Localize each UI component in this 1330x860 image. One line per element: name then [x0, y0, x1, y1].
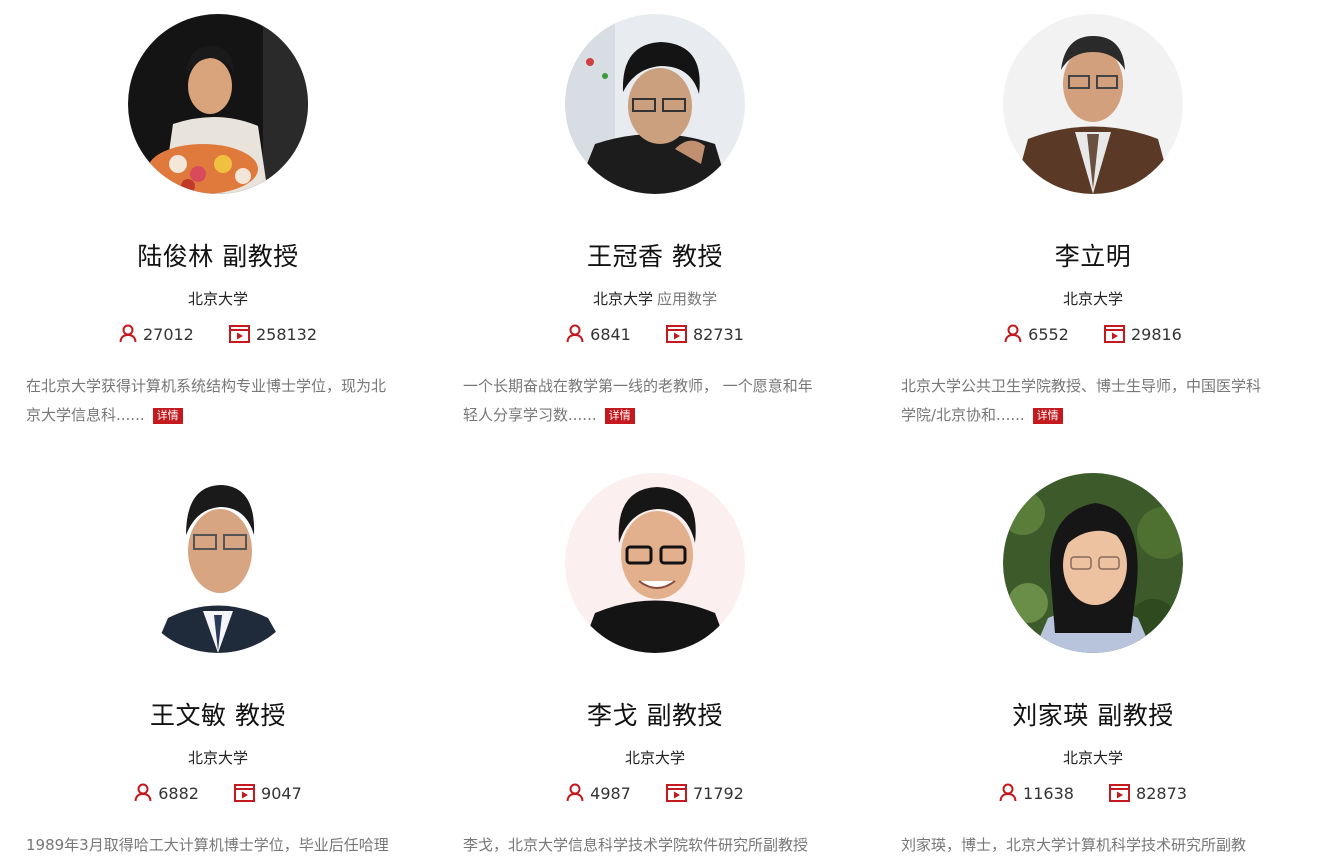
video-play-icon: [234, 783, 256, 802]
detail-button[interactable]: 详情: [152, 408, 183, 424]
teacher-institution: 北京大学: [26, 288, 410, 309]
teacher-photo[interactable]: [128, 473, 308, 653]
views-count: 9047: [261, 783, 302, 803]
teacher-stats: 6882 9047: [26, 782, 410, 803]
person-icon: [566, 783, 584, 801]
students-stat: 6841: [566, 324, 631, 344]
views-stat: 258132: [228, 324, 318, 344]
video-play-icon: [228, 324, 250, 343]
description-line: 京大学信息科...... 详情: [26, 401, 416, 430]
description-text: 京大学信息科......: [26, 406, 145, 424]
department-label: 应用数学: [657, 290, 718, 308]
teacher-photo[interactable]: [1003, 14, 1183, 194]
views-count: 82731: [692, 324, 744, 344]
teacher-description: 北京大学公共卫生学院教授、博士生导师，中国医学科 学院/北京协和...... 详情: [901, 372, 1291, 430]
teacher-photo[interactable]: [128, 14, 308, 194]
teacher-stats: 6841 82731: [463, 323, 847, 344]
person-icon: [119, 324, 137, 342]
institution-label: 北京大学: [592, 290, 653, 308]
students-count: 4987: [590, 783, 631, 803]
description-line: 1989年3月取得哈工大计算机博士学位，毕业后任哈理: [26, 836, 389, 854]
video-play-icon: [1103, 324, 1125, 343]
institution-label: 北京大学: [624, 749, 685, 767]
video-play-icon: [665, 324, 687, 343]
description-text: 学院/北京协和......: [901, 406, 1025, 424]
views-stat: 82873: [1109, 783, 1187, 803]
teacher-name[interactable]: 李立明: [901, 237, 1285, 273]
teacher-photo[interactable]: [565, 473, 745, 653]
students-stat: 6552: [1004, 324, 1069, 344]
video-play-icon: [665, 783, 687, 802]
views-stat: 29816: [1103, 324, 1182, 344]
description-line: 一个长期奋战在教学第一线的老教师， 一个愿意和年: [463, 377, 813, 395]
teacher-name[interactable]: 李戈 副教授: [463, 696, 847, 732]
description-line: 学院/北京协和...... 详情: [901, 401, 1291, 430]
students-count: 6882: [158, 783, 199, 803]
teacher-institution: 北京大学 应用数学: [463, 288, 847, 309]
detail-button[interactable]: 详情: [1032, 408, 1063, 424]
institution-label: 北京大学: [1062, 749, 1123, 767]
description-line: 刘家瑛，博士，北京大学计算机科学技术研究所副教: [901, 836, 1247, 854]
teacher-grid: 陆俊林 副教授 北京大学 27012 258132 在北京大学获得计算机系统结构…: [0, 0, 1330, 854]
teacher-name[interactable]: 王冠香 教授: [463, 237, 847, 273]
views-stat: 71792: [665, 783, 744, 803]
detail-button[interactable]: 详情: [604, 408, 635, 424]
person-icon: [134, 783, 152, 801]
views-count: 82873: [1136, 783, 1187, 803]
students-count: 27012: [142, 324, 194, 344]
views-count: 258132: [255, 324, 318, 344]
teacher-description: 1989年3月取得哈工大计算机博士学位，毕业后任哈理: [26, 831, 416, 860]
teacher-photo[interactable]: [1003, 473, 1183, 653]
teacher-stats: 11638 82873: [901, 782, 1285, 803]
institution-label: 北京大学: [187, 749, 248, 767]
description-line: 李戈，北京大学信息科学技术学院软件研究所副教授: [463, 836, 809, 854]
teacher-portrait-image: [128, 14, 308, 194]
teacher-institution: 北京大学: [26, 747, 410, 768]
person-icon: [999, 783, 1017, 801]
teacher-portrait-image: [1003, 14, 1183, 194]
teacher-portrait-image: [1003, 473, 1183, 653]
description-line: 在北京大学获得计算机系统结构专业博士学位，现为北: [26, 377, 387, 395]
description-line: 北京大学公共卫生学院教授、博士生导师，中国医学科: [901, 377, 1262, 395]
teacher-name[interactable]: 王文敏 教授: [26, 696, 410, 732]
students-stat: 27012: [119, 324, 194, 344]
students-count: 11638: [1023, 783, 1074, 803]
person-icon: [566, 324, 584, 342]
teacher-portrait-image: [565, 473, 745, 653]
teacher-name[interactable]: 刘家瑛 副教授: [901, 696, 1285, 732]
students-count: 6841: [590, 324, 631, 344]
teacher-institution: 北京大学: [901, 288, 1285, 309]
teacher-stats: 27012 258132: [26, 323, 410, 344]
person-icon: [1004, 324, 1022, 342]
teacher-description: 一个长期奋战在教学第一线的老教师， 一个愿意和年 轻人分享学习数...... 详情: [463, 372, 853, 430]
description-text: 轻人分享学习数......: [463, 406, 597, 424]
students-stat: 11638: [999, 783, 1074, 803]
views-count: 71792: [692, 783, 744, 803]
teacher-portrait-image: [565, 14, 745, 194]
description-line: 轻人分享学习数...... 详情: [463, 401, 853, 430]
students-stat: 4987: [566, 783, 631, 803]
institution-label: 北京大学: [187, 290, 248, 308]
teacher-name[interactable]: 陆俊林 副教授: [26, 237, 410, 273]
teacher-photo[interactable]: [565, 14, 745, 194]
video-play-icon: [1109, 783, 1131, 802]
teacher-institution: 北京大学: [463, 747, 847, 768]
teacher-stats: 6552 29816: [901, 323, 1285, 344]
teacher-stats: 4987 71792: [463, 782, 847, 803]
students-stat: 6882: [134, 783, 199, 803]
views-stat: 9047: [234, 783, 302, 803]
teacher-institution: 北京大学: [901, 747, 1285, 768]
teacher-portrait-image: [128, 473, 308, 653]
views-stat: 82731: [665, 324, 744, 344]
views-count: 29816: [1130, 324, 1182, 344]
teacher-description: 李戈，北京大学信息科学技术学院软件研究所副教授: [463, 831, 853, 860]
institution-label: 北京大学: [1062, 290, 1123, 308]
teacher-description: 刘家瑛，博士，北京大学计算机科学技术研究所副教: [901, 831, 1291, 860]
students-count: 6552: [1028, 324, 1069, 344]
teacher-description: 在北京大学获得计算机系统结构专业博士学位，现为北 京大学信息科...... 详情: [26, 372, 416, 430]
